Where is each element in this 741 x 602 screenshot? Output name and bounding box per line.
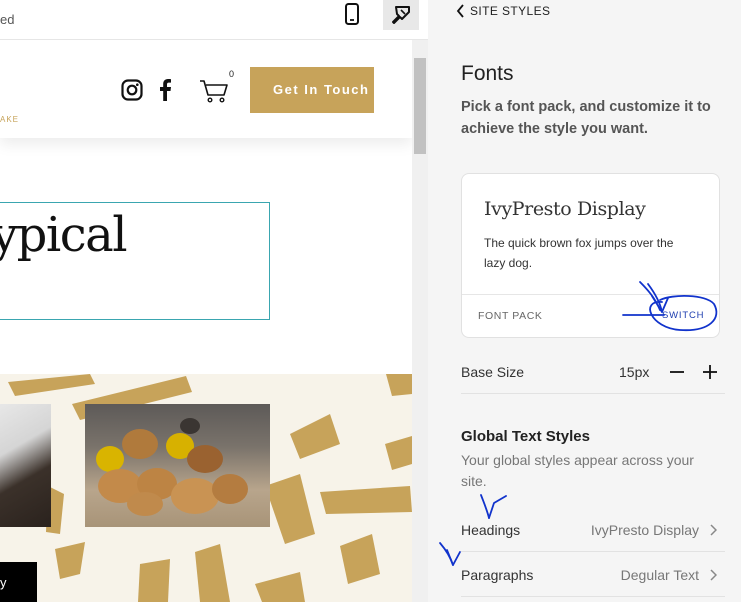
scrollbar-thumb[interactable] xyxy=(414,58,426,154)
base-size-row: Base Size 15px xyxy=(461,350,725,394)
gallery-button[interactable]: y xyxy=(0,562,37,602)
gallery-image-1[interactable] xyxy=(0,404,51,527)
decrease-size-button[interactable] xyxy=(669,363,685,381)
font-sample-text: The quick brown fox jumps over the lazy … xyxy=(484,236,674,270)
global-text-styles-description: Your global styles appear across your si… xyxy=(461,452,694,489)
mobile-phone-icon xyxy=(345,3,359,25)
site-header: AKE 0 Get In Touch xyxy=(0,40,412,138)
facebook-icon[interactable] xyxy=(158,78,172,107)
headings-style-row[interactable]: Headings IvyPresto Display xyxy=(461,508,725,552)
page-title: Fonts xyxy=(461,62,514,85)
instagram-icon[interactable] xyxy=(121,79,143,106)
paragraphs-label: Paragraphs xyxy=(461,567,534,583)
cart-count: 0 xyxy=(229,69,235,79)
chevron-right-icon xyxy=(710,524,717,536)
site-logo[interactable]: AKE xyxy=(0,116,19,124)
base-size-label: Base Size xyxy=(461,364,525,380)
font-pack-name: IvyPresto Display xyxy=(484,198,646,220)
site-preview: ed AKE 0 Get In Touch ypical y xyxy=(0,0,428,602)
hero-text-block[interactable]: ypical xyxy=(0,202,270,320)
site-styles-button[interactable] xyxy=(383,0,419,30)
switch-button[interactable]: SWITCH xyxy=(662,310,704,321)
gallery-image-2[interactable] xyxy=(85,404,270,527)
paragraphs-font-value: Degular Text xyxy=(620,567,699,583)
preview-scrollbar[interactable] xyxy=(412,40,428,602)
mobile-view-button[interactable] xyxy=(340,2,364,26)
site-canvas: AKE 0 Get In Touch ypical y xyxy=(0,40,412,602)
back-to-site-styles[interactable]: SITE STYLES xyxy=(456,3,550,19)
get-in-touch-button[interactable]: Get In Touch xyxy=(250,67,374,113)
font-pack-card[interactable]: IvyPresto Display The quick brown fox ju… xyxy=(461,173,720,338)
gallery-section: y xyxy=(0,374,412,602)
paintbrush-icon xyxy=(392,6,410,24)
panel-description: Pick a font pack, and customize it to ac… xyxy=(461,99,711,137)
headings-label: Headings xyxy=(461,522,521,538)
font-pack-label: FONT PACK xyxy=(478,310,543,322)
save-status: ed xyxy=(0,12,15,27)
headings-font-value: IvyPresto Display xyxy=(590,522,699,538)
paragraphs-style-row[interactable]: Paragraphs Degular Text xyxy=(461,553,725,597)
cart-icon[interactable] xyxy=(199,78,229,109)
plus-icon xyxy=(703,365,717,379)
editor-topbar: ed xyxy=(0,0,428,40)
hero-heading: ypical xyxy=(0,207,128,263)
base-size-value: 15px xyxy=(619,364,650,380)
site-styles-panel: SITE STYLES Fonts Pick a font pack, and … xyxy=(428,0,741,602)
chevron-right-icon xyxy=(710,569,717,581)
global-text-styles-heading: Global Text Styles xyxy=(461,428,590,445)
minus-icon xyxy=(670,371,684,373)
chevron-left-icon xyxy=(456,4,464,18)
divider xyxy=(462,294,719,295)
cookies-photo xyxy=(96,418,248,516)
increase-size-button[interactable] xyxy=(702,363,718,381)
